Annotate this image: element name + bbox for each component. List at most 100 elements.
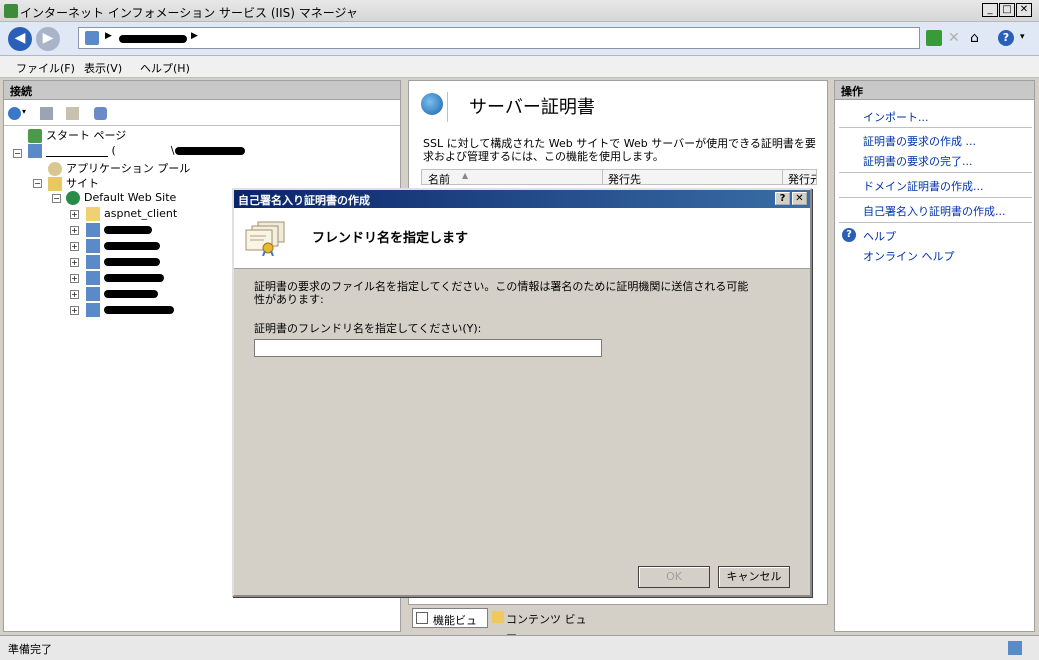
chevron-down-icon[interactable]: ▾	[22, 107, 26, 116]
action-online-help[interactable]: オンライン ヘルプ	[863, 248, 955, 264]
tree-label: サイト	[66, 177, 99, 190]
cancel-button[interactable]: キャンセル	[718, 566, 790, 588]
menu-help[interactable]: ヘルプ(H)	[140, 60, 190, 76]
folder-icon	[86, 207, 100, 221]
column-issued-to[interactable]: 発行先	[608, 171, 641, 187]
close-button[interactable]: ✕	[1016, 3, 1032, 17]
divider	[839, 197, 1032, 198]
expand-toggle[interactable]: +	[70, 226, 79, 235]
application-icon	[86, 255, 100, 269]
redacted-item	[104, 306, 174, 314]
expand-toggle[interactable]: +	[70, 306, 79, 315]
help-icon[interactable]: ?	[998, 30, 1014, 46]
tree-app-pools[interactable]: アプリケーション プール	[48, 160, 190, 176]
tree-label: Default Web Site	[84, 191, 177, 204]
menu-file[interactable]: ファイル(F)	[16, 60, 75, 76]
tree-app-item[interactable]	[86, 223, 152, 237]
redacted-field	[46, 145, 108, 157]
collapse-toggle[interactable]: −	[52, 194, 61, 203]
tree-aspnet-client[interactable]: aspnet_client	[86, 207, 177, 221]
collapse-toggle[interactable]: −	[13, 149, 22, 158]
actions-header: 操作	[835, 81, 1034, 100]
action-create-domain-cert[interactable]: ドメイン証明書の作成...	[863, 178, 984, 194]
minimize-button[interactable]: _	[982, 3, 998, 17]
forward-button[interactable]: ▶	[36, 27, 60, 51]
column-divider[interactable]	[602, 170, 603, 184]
redacted-item	[104, 258, 160, 266]
column-name[interactable]: 名前	[428, 171, 450, 187]
redacted-item	[104, 290, 158, 298]
redacted-item	[104, 242, 160, 250]
tree-label: (	[111, 144, 116, 157]
iis-app-icon	[4, 4, 18, 18]
column-issued-by[interactable]: 発行元	[788, 171, 816, 187]
tree-app-item[interactable]	[86, 287, 158, 301]
tree-start-page[interactable]: スタート ページ	[28, 127, 126, 143]
expand-toggle[interactable]: +	[70, 258, 79, 267]
application-icon	[86, 303, 100, 317]
application-icon	[86, 287, 100, 301]
action-import[interactable]: インポート...	[863, 109, 929, 125]
ok-button[interactable]: OK	[638, 566, 710, 588]
redacted-server-name	[119, 35, 187, 43]
dialog-help-button[interactable]: ?	[775, 192, 790, 205]
title-bar: インターネット インフォメーション サービス (IIS) マネージャ _ □ ✕	[0, 0, 1039, 22]
divider	[447, 92, 448, 122]
create-selfsigned-cert-dialog: 自己署名入り証明書の作成 ? ✕ フレンドリ名を指定します 証明書の要求のファイ…	[232, 188, 812, 597]
dialog-header: フレンドリ名を指定します	[234, 208, 810, 269]
friendly-name-input[interactable]	[254, 339, 602, 357]
divider	[839, 172, 1032, 173]
action-help[interactable]: ヘルプ	[863, 228, 896, 244]
collapse-toggle[interactable]: −	[33, 179, 42, 188]
tree-label: aspnet_client	[104, 207, 178, 220]
expand-toggle[interactable]: +	[70, 210, 79, 219]
sort-asc-icon: ▲	[462, 171, 469, 180]
dialog-title-bar: 自己署名入り証明書の作成 ? ✕	[234, 190, 810, 208]
address-breadcrumb[interactable]: ▶ ▶	[78, 27, 920, 49]
folder-icon	[48, 177, 62, 191]
up-icon[interactable]	[66, 107, 79, 120]
breadcrumb-arrow-icon[interactable]: ▶	[105, 31, 112, 41]
app-pool-icon	[48, 162, 62, 176]
content-view-tab[interactable]: コンテンツ ビュー	[490, 608, 590, 642]
action-complete-request[interactable]: 証明書の要求の完了...	[863, 153, 973, 169]
cert-list-header: 名前 ▲ 発行先 発行元	[421, 169, 817, 187]
chevron-down-icon[interactable]: ▾	[1020, 32, 1025, 42]
application-icon	[86, 239, 100, 253]
save-icon[interactable]	[40, 107, 53, 120]
status-text: 準備完了	[8, 643, 52, 656]
menu-view[interactable]: 表示(V)	[84, 60, 122, 76]
tree-server[interactable]: (\	[28, 144, 245, 158]
feature-description: SSL に対して構成された Web サイトで Web サーバーが使用できる証明書…	[423, 137, 816, 163]
tree-app-item[interactable]	[86, 303, 174, 317]
action-create-request[interactable]: 証明書の要求の作成 ...	[863, 133, 976, 149]
expand-toggle[interactable]: +	[70, 290, 79, 299]
tree-app-item[interactable]	[86, 271, 164, 285]
status-bar: 準備完了	[0, 635, 1039, 660]
tree-app-item[interactable]	[86, 239, 160, 253]
tree-sites[interactable]: サイト	[48, 175, 99, 191]
home-icon[interactable]: ⌂	[970, 30, 986, 46]
features-view-tab[interactable]: 機能ビュー	[412, 608, 488, 643]
expand-toggle[interactable]: +	[70, 274, 79, 283]
column-divider[interactable]	[782, 170, 783, 184]
tree-app-item[interactable]	[86, 255, 160, 269]
features-view-icon	[416, 612, 428, 624]
refresh-icon[interactable]	[926, 30, 942, 46]
divider	[839, 127, 1032, 128]
redacted-item	[104, 274, 164, 282]
maximize-button[interactable]: □	[999, 3, 1015, 17]
expand-toggle[interactable]: +	[70, 242, 79, 251]
back-button[interactable]: ◀	[8, 27, 32, 51]
stop-icon[interactable]: ✕	[948, 30, 964, 46]
breadcrumb-arrow-icon[interactable]: ▶	[191, 31, 198, 41]
disconnect-icon[interactable]	[94, 107, 107, 120]
action-create-selfsigned-cert[interactable]: 自己署名入り証明書の作成...	[863, 203, 1006, 219]
tree-default-site[interactable]: Default Web Site	[66, 191, 176, 205]
divider	[4, 125, 400, 126]
dialog-description: 証明書の要求のファイル名を指定してください。この情報は署名のために証明機関に送信…	[254, 280, 749, 306]
server-icon	[28, 144, 42, 158]
connect-icon[interactable]	[8, 107, 21, 120]
help-icon: ?	[842, 228, 856, 242]
dialog-close-button[interactable]: ✕	[792, 192, 807, 205]
